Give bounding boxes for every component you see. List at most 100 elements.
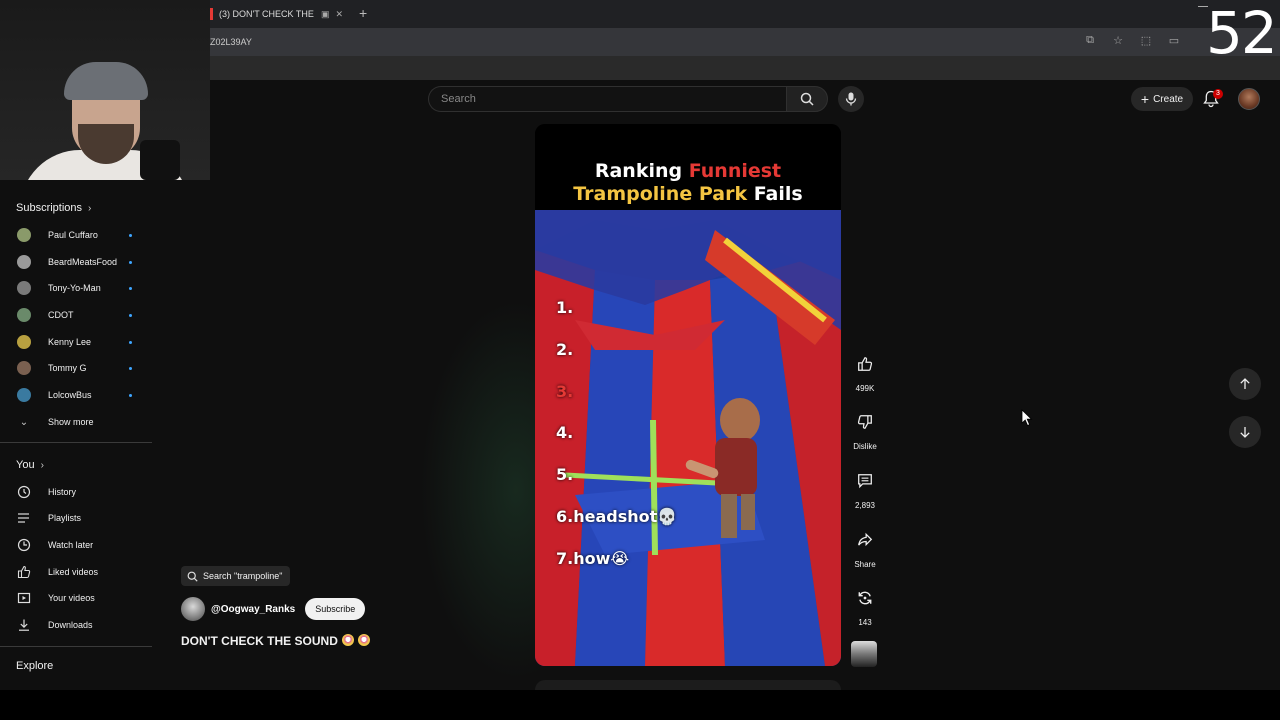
dislike-button[interactable] <box>849 406 881 438</box>
new-content-dot <box>129 260 132 264</box>
sidebar-item-downloads[interactable]: Downloads <box>0 612 150 638</box>
rank-label: 1. <box>556 298 574 317</box>
sidebar-item-label: Paul Cuffaro <box>48 230 98 240</box>
history-icon <box>16 484 32 500</box>
voice-search-button[interactable] <box>838 86 864 112</box>
stream-counter: 52 <box>1206 0 1278 67</box>
new-tab-icon[interactable]: + <box>359 5 367 21</box>
watch-later-icon <box>16 537 32 553</box>
tab-media-icon: ▣ <box>321 8 330 19</box>
address-bar-icons: ⧉ ☆ ⬚ ▭ <box>1082 34 1182 47</box>
sidebar-subscription-item[interactable]: BeardMeatsFood <box>0 249 150 275</box>
ambient-glow <box>420 300 540 680</box>
webcam-overlay <box>0 0 210 180</box>
short-description[interactable]: DON'T CHECK THE SOUND <box>181 634 370 648</box>
show-more-button[interactable]: ⌄ Show more <box>0 409 150 435</box>
bookmark-star-icon[interactable]: ☆ <box>1110 34 1126 47</box>
sidebar-item-playlists[interactable]: Playlists <box>0 505 150 531</box>
sidebar-subscription-item[interactable]: Tommy G <box>0 355 150 381</box>
explore-heading: Explore <box>16 660 53 672</box>
you-heading-label: You <box>16 459 35 471</box>
chevron-down-icon: ⌄ <box>19 416 29 428</box>
show-more-label: Show more <box>48 417 94 427</box>
short-title-line-2: Trampoline Park Fails <box>535 183 841 205</box>
liked-videos-icon <box>16 564 32 580</box>
like-button[interactable] <box>849 348 881 380</box>
sidebar-subscription-item[interactable]: CDOT <box>0 302 150 328</box>
rank-label: 4. <box>556 423 574 442</box>
previous-short-button[interactable] <box>1229 368 1261 400</box>
sidebar-subscription-item[interactable]: Tony-Yo-Man <box>0 275 150 301</box>
browser-tab[interactable]: (3) DON'T CHECK THE SOU ▣ ✕ <box>210 4 352 24</box>
related-search-chip[interactable]: Search "trampoline" <box>181 566 291 586</box>
next-short-button[interactable] <box>1229 416 1261 448</box>
you-heading[interactable]: You › <box>16 459 44 471</box>
comments-button[interactable] <box>849 465 881 497</box>
sound-channel-thumbnail[interactable] <box>851 641 877 667</box>
share-button[interactable] <box>849 524 881 556</box>
sidebar-item-history[interactable]: History <box>0 479 150 505</box>
channel-row: @Oogway_Ranks Subscribe <box>181 597 366 621</box>
url-text[interactable]: Z02L39AY <box>210 37 252 47</box>
emoji-icon <box>357 634 370 646</box>
like-count: 499K <box>855 384 875 393</box>
remix-action[interactable]: 143 <box>845 582 885 627</box>
extensions-icon[interactable]: ⬚ <box>1138 34 1154 47</box>
new-content-dot <box>129 313 132 317</box>
shorts-video-player[interactable]: Ranking Funniest Trampoline Park Fails 1… <box>535 124 841 666</box>
channel-avatar[interactable] <box>181 597 205 621</box>
channel-avatar <box>17 308 31 322</box>
short-title-line-1: Ranking Funniest <box>535 160 841 182</box>
arrow-down-icon <box>1240 427 1250 438</box>
sidebar-item-label: Liked videos <box>48 567 99 577</box>
sidebar-item-liked-videos[interactable]: Liked videos <box>0 559 150 585</box>
search-button[interactable] <box>786 86 828 112</box>
channel-name[interactable]: @Oogway_Ranks <box>211 604 295 615</box>
install-icon[interactable]: ⧉ <box>1082 34 1098 47</box>
cast-icon[interactable]: ▭ <box>1166 34 1182 47</box>
account-avatar[interactable] <box>1238 88 1260 110</box>
comments-action[interactable]: 2,893 <box>845 465 885 510</box>
short-title-highlight: Funniest <box>688 160 782 182</box>
channel-avatar <box>17 335 31 349</box>
emoji-icon <box>341 634 354 646</box>
thumbs-up-icon <box>858 357 873 371</box>
short-title-part: Ranking <box>594 160 689 182</box>
sidebar-subscription-item[interactable]: Paul Cuffaro <box>0 222 150 248</box>
mouse-cursor-icon <box>1021 409 1033 427</box>
sidebar-item-your-videos[interactable]: Your videos <box>0 585 150 611</box>
channel-avatar <box>17 388 31 402</box>
create-button[interactable]: + Create <box>1131 87 1193 111</box>
trampoline-scene-art <box>535 210 841 666</box>
short-title-overlay: Ranking Funniest Trampoline Park Fails <box>535 124 841 210</box>
sidebar-item-watch-later[interactable]: Watch later <box>0 532 150 558</box>
new-content-dot <box>129 340 132 344</box>
sidebar-subscription-item[interactable]: Kenny Lee <box>0 329 150 355</box>
youtube-shorts-window: (3) DON'T CHECK THE SOU ▣ ✕ + Z02L39AY ⧉… <box>0 0 1280 720</box>
sidebar-item-label: Tommy G <box>48 363 87 373</box>
new-content-dot <box>129 366 132 370</box>
subscriptions-heading[interactable]: Subscriptions › <box>16 202 91 214</box>
search-box[interactable] <box>428 86 786 112</box>
remix-button[interactable] <box>849 582 881 614</box>
tab-close-icon[interactable]: ✕ <box>336 9 344 20</box>
search-input[interactable] <box>429 87 786 111</box>
search-icon <box>800 92 814 106</box>
share-action[interactable]: Share <box>845 524 885 569</box>
sidebar-item-label: History <box>48 487 77 497</box>
dislike-action[interactable]: Dislike <box>845 406 885 451</box>
like-action[interactable]: 499K <box>845 348 885 393</box>
sidebar: Subscriptions › Paul Cuffaro BeardMeatsF… <box>0 190 155 720</box>
sidebar-item-label: LolcowBus <box>48 390 92 400</box>
bottom-black-bar <box>0 690 1280 720</box>
tab-title: (3) DON'T CHECK THE SOU <box>219 9 315 19</box>
create-label: Create <box>1153 93 1184 105</box>
sidebar-item-label: Playlists <box>48 513 82 523</box>
sidebar-item-label: Your videos <box>48 593 95 603</box>
sidebar-subscription-item[interactable]: LolcowBus <box>0 382 150 408</box>
search-icon <box>187 571 198 582</box>
downloads-icon <box>16 617 32 633</box>
explore-heading-label: Explore <box>16 660 54 672</box>
subscribe-button[interactable]: Subscribe <box>305 598 366 620</box>
thumbs-down-icon <box>857 415 872 429</box>
